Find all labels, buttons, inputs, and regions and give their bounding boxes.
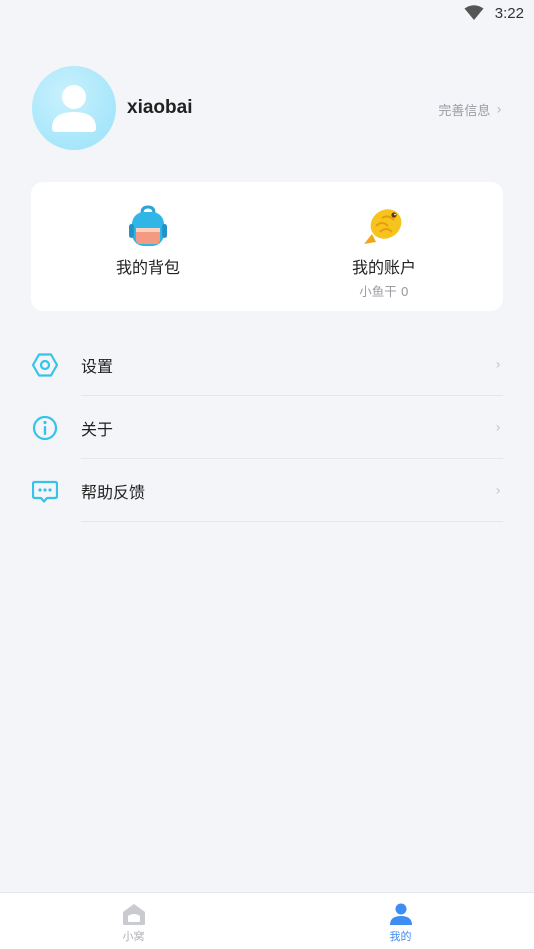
menu-label-feedback: 帮助反馈: [81, 482, 146, 502]
home-icon: [122, 904, 145, 925]
chevron-right-icon: ›: [495, 482, 501, 499]
tab-home[interactable]: 小窝: [0, 893, 267, 949]
status-time: 3:22: [494, 5, 524, 22]
menu-list: 设置 › 关于 › 帮助反馈 ›: [31, 333, 503, 522]
info-icon: [32, 415, 58, 440]
menu-item-settings[interactable]: 设置 ›: [31, 333, 503, 396]
backpack-icon: [129, 205, 167, 246]
complete-info-link[interactable]: 完善信息 ›: [438, 100, 502, 120]
divider: [81, 521, 503, 522]
status-bar: 3:22: [0, 0, 534, 28]
tab-home-label: 小窝: [122, 930, 145, 943]
bottom-navigation: 小窝 我的: [0, 892, 534, 949]
profile-screen: 3:22 xiaobai 完善信息 › 我的背包 我的账户 小鱼干 0 设置 ›…: [0, 0, 534, 949]
account-entry[interactable]: 我的账户 小鱼干 0: [309, 204, 459, 300]
tab-profile-label: 我的: [389, 930, 412, 943]
chevron-right-icon: ›: [495, 356, 501, 373]
backpack-entry[interactable]: 我的背包: [73, 204, 223, 278]
user-avatar-icon[interactable]: [32, 66, 116, 150]
profile-header[interactable]: xiaobai 完善信息 ›: [32, 66, 502, 152]
feedback-chat-icon: [32, 480, 58, 503]
wifi-icon: [464, 5, 484, 20]
assets-card: 我的背包 我的账户 小鱼干 0: [31, 182, 503, 311]
menu-label-settings: 设置: [81, 356, 114, 376]
settings-hexagon-icon: [32, 352, 58, 377]
profile-icon: [389, 903, 412, 925]
menu-label-about: 关于: [81, 419, 114, 439]
chevron-right-icon: ›: [495, 419, 501, 436]
fish-balance: 小鱼干 0: [359, 284, 409, 299]
account-label: 我的账户: [351, 258, 416, 277]
chevron-right-icon: ›: [496, 101, 502, 118]
username: xiaobai: [127, 97, 193, 118]
complete-info-label: 完善信息: [438, 104, 491, 119]
tab-profile[interactable]: 我的: [267, 893, 534, 949]
fish-icon: [364, 209, 402, 244]
menu-item-feedback[interactable]: 帮助反馈 ›: [31, 459, 503, 522]
menu-item-about[interactable]: 关于 ›: [31, 396, 503, 459]
backpack-label: 我的背包: [115, 258, 180, 277]
